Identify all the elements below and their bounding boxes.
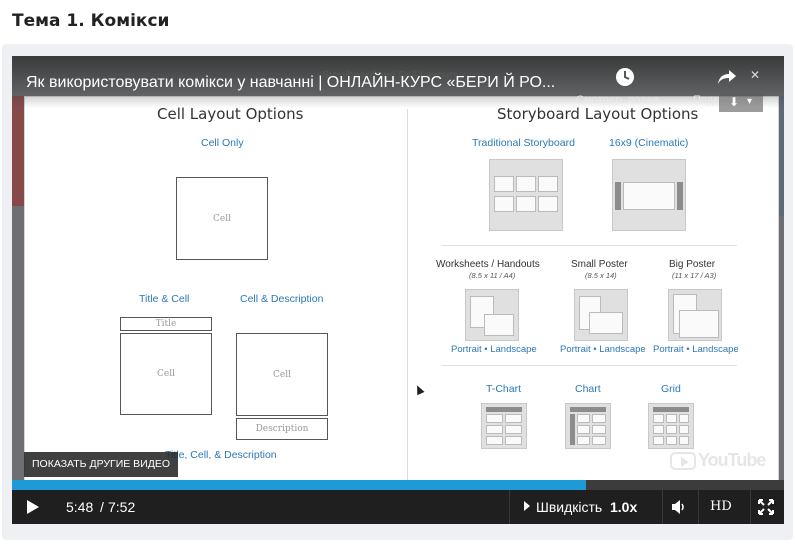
worksheets-label: Worksheets / Handouts [436, 259, 540, 270]
fullscreen-icon [758, 499, 774, 515]
youtube-play-icon [670, 452, 696, 471]
big-poster-label: Big Poster [669, 259, 716, 270]
title-box-text: Title [155, 319, 177, 329]
watch-later-label: Смотреть позже [576, 94, 659, 106]
volume-icon [672, 500, 684, 514]
duration: 7:52 [108, 499, 136, 515]
progress-bar[interactable] [12, 480, 784, 490]
control-separator [662, 490, 663, 524]
worksheets-orientation: Portrait • Landscape [451, 344, 537, 355]
share-icon [718, 70, 736, 84]
cell-description-label: Cell & Description [240, 293, 324, 305]
chevron-down-icon[interactable]: ▾ [747, 96, 752, 107]
progress-fill [12, 480, 587, 490]
cell-text: Cell [273, 369, 291, 380]
hd-button[interactable]: HD [710, 499, 732, 514]
title-cell-description-label: Title, Cell, & Description [165, 449, 277, 461]
chart-thumbnail [565, 403, 611, 449]
cinematic-label: 16x9 (Cinematic) [609, 137, 689, 149]
background-left [12, 96, 24, 206]
play-button[interactable] [26, 500, 40, 519]
close-icon[interactable]: ✕ [750, 68, 760, 82]
overlay-controls-box: ⬇ ▾ [719, 94, 763, 112]
slide-divider [407, 109, 408, 524]
page-title: Тема 1. Комікси [12, 11, 170, 31]
caret-right-icon [524, 501, 530, 511]
grid-thumbnail [648, 403, 694, 449]
speed-button[interactable]: Швидкість 1.0x [521, 490, 671, 524]
clock-icon [616, 68, 634, 86]
video-player[interactable]: Cell Layout Options Storyboard Layout Op… [12, 56, 784, 524]
title-cell-box: Cell [120, 333, 212, 415]
cinematic-thumbnail [612, 159, 686, 231]
small-poster-orientation: Portrait • Landscape [560, 344, 646, 355]
cell-text: Cell [213, 213, 231, 224]
description-box: Description [236, 418, 328, 440]
fullscreen-button[interactable] [758, 499, 774, 520]
worksheets-thumbnail [465, 289, 519, 341]
cell-only-box: Cell [176, 177, 268, 260]
control-bar: 5:48 / 7:52 Швидкість 1.0x HD [12, 490, 784, 524]
traditional-thumbnail [489, 159, 563, 231]
share-button[interactable] [716, 66, 738, 93]
control-separator [750, 490, 751, 524]
control-separator [698, 490, 699, 524]
youtube-logo-text: YouTube [698, 450, 766, 470]
video-title[interactable]: Як використовувати комікси у навчанні | … [26, 74, 555, 92]
cell-desc-box: Cell [236, 333, 328, 416]
current-time: 5:48 [66, 499, 94, 515]
title-box: Title [120, 317, 212, 331]
title-cell-label: Title & Cell [139, 293, 190, 305]
grid-label: Grid [661, 383, 681, 395]
description-text: Description [255, 424, 309, 434]
big-poster-size: (11 x 17 / A3) [672, 271, 717, 280]
small-poster-size: (8.5 x 14) [585, 271, 617, 280]
row-divider-2 [441, 365, 737, 366]
control-separator [509, 490, 510, 524]
worksheets-size: (8.5 x 11 / A4) [469, 271, 516, 280]
download-icon[interactable]: ⬇ [729, 95, 739, 109]
more-videos-button[interactable]: ПОКАЗАТЬ ДРУГИЕ ВИДЕО [24, 452, 179, 477]
big-poster-thumbnail [668, 289, 722, 341]
cell-text: Cell [157, 369, 175, 379]
mouse-cursor-icon [413, 383, 425, 396]
tchart-thumbnail [481, 403, 527, 449]
time-separator: / [100, 499, 104, 515]
row-divider-1 [441, 245, 737, 246]
tchart-label: T-Chart [486, 383, 522, 395]
volume-button[interactable] [670, 499, 688, 520]
watch-later-button[interactable] [614, 66, 636, 93]
speed-label: Швидкість [536, 499, 603, 515]
small-poster-thumbnail [574, 289, 628, 341]
chart-label: Chart [575, 383, 601, 395]
traditional-storyboard-label: Traditional Storyboard [472, 137, 575, 149]
play-icon [27, 500, 39, 514]
speed-value: 1.0x [610, 499, 638, 515]
big-poster-orientation: Portrait • Landscape [653, 344, 739, 355]
cell-only-label: Cell Only [201, 137, 244, 149]
small-poster-label: Small Poster [571, 259, 628, 270]
youtube-logo[interactable]: YouTube [670, 450, 766, 471]
